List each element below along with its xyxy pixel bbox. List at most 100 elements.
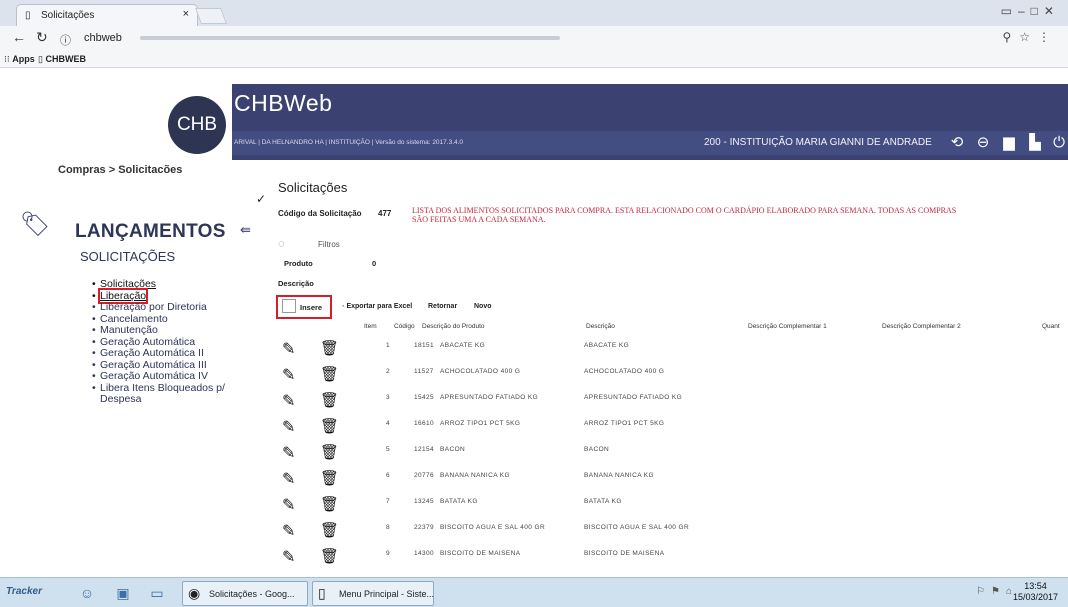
col-header-item[interactable]: Item	[364, 323, 377, 330]
edit-icon[interactable]: ✎	[282, 417, 295, 437]
col-header-produto[interactable]: Descrição do Produto	[422, 323, 485, 330]
browser-tab-strip: ▯ Solicitações × ▭–□✕	[0, 0, 1068, 26]
factory-icon[interactable]: ▙	[1024, 133, 1046, 153]
col-header-descricao[interactable]: Descrição	[586, 323, 615, 330]
info-icon[interactable]: ⓘ	[60, 32, 71, 48]
edit-icon[interactable]: ✎	[282, 547, 295, 567]
app-header: CHB CHBWeb ARIVAL | DA HELNANDRO HA | IN…	[8, 84, 1068, 160]
col-header-quant[interactable]: Quant	[1042, 323, 1060, 330]
chbweb-bookmark[interactable]: ▯ CHBWEB	[38, 54, 86, 65]
taskbar-chrome[interactable]: ◉ Solicitações - Goog...	[182, 581, 308, 606]
edit-icon[interactable]: ✎	[282, 443, 295, 463]
delete-icon[interactable]: 🗑	[320, 547, 339, 565]
cell-codigo: 11527	[414, 368, 434, 375]
annotation-note: LISTA DOS ALIMENTOS SOLICITADOS PARA COM…	[412, 206, 957, 224]
address-bar-row: ← ↻ ⓘ chbweb ⚲☆⋮	[0, 26, 1068, 50]
code-value: 477	[378, 209, 392, 218]
word-icon[interactable]: ▣	[112, 582, 134, 604]
cell-item: 9	[386, 550, 391, 557]
header-subbar: ARIVAL | DA HELNANDRO HA | INSTITUIÇÃO |…	[232, 131, 1068, 155]
chrome-icon: ◉	[188, 585, 201, 601]
logo-area: CHB	[8, 84, 232, 160]
delete-icon[interactable]: 🗑	[320, 443, 339, 461]
window-controls[interactable]: ▭–□✕	[1001, 4, 1060, 18]
sidebar-item-solicitacoes[interactable]: Solicitações	[92, 278, 242, 291]
sidebar-subtitle: SOLICITAÇÕES	[80, 249, 176, 264]
window-icon: ▯	[318, 585, 326, 601]
table-row: ✎ 🗑 6 20776 BANANA NANICA KG BANANA NANICA KG	[278, 469, 1068, 491]
filters-toggle[interactable]: Filtros	[318, 240, 340, 249]
new-button[interactable]: Novo	[474, 303, 492, 310]
truck-icon[interactable]: ▆	[998, 133, 1020, 153]
url-path-blurred[interactable]	[140, 36, 560, 40]
chb-logo: CHB	[168, 96, 226, 154]
cell-produto: BISCOITO AGUA E SAL 400 GR	[440, 524, 546, 531]
return-button[interactable]: Retornar	[428, 303, 457, 310]
table-row: ✎ 🗑 3 15425 APRESUNTADO FATIADO KG APRESUNTAD…	[278, 391, 1068, 413]
delete-icon[interactable]: 🗑	[320, 391, 339, 409]
cell-item: 2	[386, 368, 391, 375]
taskbar-menu[interactable]: ▯ Menu Principal - Siste...	[312, 581, 434, 606]
cell-codigo: 16610	[414, 420, 435, 427]
col-header-comp2[interactable]: Descrição Complementar 2	[882, 323, 961, 330]
cell-produto: APRESUNTADO FATIADO KG	[440, 394, 539, 401]
system-tray[interactable]: ⚐⚑⌂	[976, 586, 1018, 597]
filter-icon[interactable]: ◌	[278, 238, 285, 250]
produto-value[interactable]: 0	[372, 259, 376, 268]
app-brand: CHBWeb	[234, 90, 333, 116]
cell-codigo: 15425	[414, 394, 435, 401]
table-row: ✎ 🗑 8 22379 BISCOITO AGUA E SAL 400 GR BISCOI…	[278, 521, 1068, 543]
edit-icon[interactable]: ✎	[282, 391, 295, 411]
omnibox-actions[interactable]: ⚲☆⋮	[1002, 30, 1058, 44]
folder-icon[interactable]: ▭	[146, 582, 168, 604]
edit-icon[interactable]: ✎	[282, 339, 295, 359]
table-row: ✎ 🗑 2 11527 ACHOCOLATADO 400 G ACHOCOLATADO 4…	[278, 365, 1068, 387]
insert-button[interactable]: Insere	[276, 295, 332, 319]
page-title: Solicitações	[278, 180, 348, 195]
delete-icon[interactable]: 🗑	[320, 417, 339, 435]
people-icon[interactable]: ☺	[76, 582, 98, 604]
delete-icon[interactable]: 🗑	[320, 469, 339, 487]
cell-codigo: 12154	[414, 446, 435, 453]
export-excel-button[interactable]: Exportar para Excel	[342, 303, 412, 310]
clock[interactable]: 13:54 15/03/2017	[1013, 581, 1058, 603]
browser-tab[interactable]: ▯ Solicitações ×	[16, 4, 198, 26]
sidebar-menu: Solicitações Liberação Liberação por Dir…	[92, 278, 242, 406]
sidebar-item-libera-itens[interactable]: Libera Itens Bloqueados p/ Despesa	[92, 382, 242, 406]
col-header-comp1[interactable]: Descrição Complementar 1	[748, 323, 827, 330]
cell-codigo: 13245	[414, 498, 435, 505]
cell-produto: ABACATE KG	[440, 342, 486, 349]
code-label: Código da Solicitação	[278, 209, 362, 218]
edit-icon[interactable]: ✎	[282, 469, 295, 489]
start-button[interactable]: Tracker	[6, 586, 42, 597]
cell-descricao: BACON	[584, 446, 610, 453]
url-host[interactable]: chbweb	[84, 32, 122, 44]
new-tab-button[interactable]	[195, 8, 227, 24]
close-tab-icon[interactable]: ×	[183, 8, 189, 20]
back-icon[interactable]: ←	[12, 29, 26, 45]
cell-produto: ARROZ TIPO1 PCT 5KG	[440, 420, 521, 427]
apps-bookmark[interactable]: ⁝⁝ Apps	[4, 54, 35, 65]
edit-icon[interactable]: ✎	[282, 521, 295, 541]
delete-icon[interactable]: 🗑	[320, 365, 339, 383]
bookmarks-bar: ⁝⁝ Apps ▯ CHBWEB	[0, 50, 1068, 68]
insert-icon	[282, 299, 296, 313]
edit-icon[interactable]: ✎	[282, 495, 295, 515]
delete-icon[interactable]: 🗑	[320, 339, 339, 357]
collapse-sidebar-icon[interactable]: ⇚	[240, 222, 251, 238]
delete-icon[interactable]: 🗑	[320, 495, 339, 513]
institution-label: 200 - INSTITUIÇÃO MARIA GIANNI DE ANDRAD…	[704, 137, 932, 148]
reload-icon[interactable]: ↻	[36, 29, 48, 46]
col-header-codigo[interactable]: Código	[394, 323, 415, 330]
minus-circle-icon[interactable]: ⊖	[972, 133, 994, 153]
delete-icon[interactable]: 🗑	[320, 521, 339, 539]
edit-icon[interactable]: ✎	[282, 365, 295, 385]
cell-descricao: ARROZ TIPO1 PCT 5KG	[584, 420, 665, 427]
cell-item: 1	[386, 342, 391, 349]
breadcrumb: Compras > Solicitacões	[58, 164, 183, 176]
power-icon[interactable]: ⏻	[1048, 133, 1068, 153]
refresh-icon[interactable]: ⟲	[946, 133, 968, 153]
tag-icon: 🏷	[20, 211, 51, 238]
user-info: ARIVAL | DA HELNANDRO HA | INSTITUIÇÃO |…	[234, 139, 464, 146]
tab-title: Solicitações	[41, 10, 95, 21]
